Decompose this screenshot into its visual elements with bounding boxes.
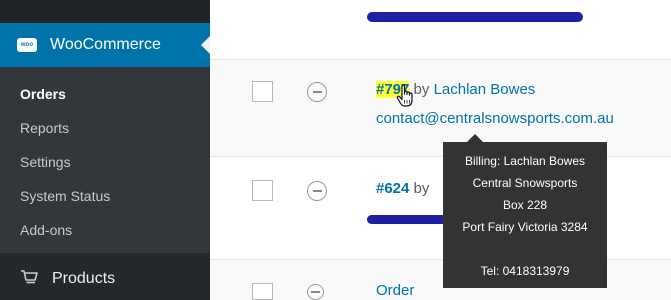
submenu-item-add-ons[interactable]: Add-ons xyxy=(0,213,210,247)
tooltip-billing-name: Billing: Lachlan Bowes xyxy=(464,154,586,168)
hand-cursor-icon xyxy=(396,84,416,113)
submenu-item-orders[interactable]: Orders xyxy=(0,77,210,111)
order-status-icon xyxy=(307,82,327,102)
sidebar-item-label: Products xyxy=(52,270,116,287)
sidebar-menu-item-partial[interactable] xyxy=(0,0,210,23)
woocommerce-logo-icon: woo xyxy=(17,38,37,52)
redacted-email xyxy=(367,12,583,22)
tooltip-address: Box 228 xyxy=(502,198,548,212)
current-menu-arrow-icon xyxy=(201,36,210,54)
customer-name-link[interactable]: Lachlan Bowes xyxy=(434,81,536,98)
order-status-icon xyxy=(307,284,324,300)
order-link[interactable]: Order xyxy=(376,282,414,299)
billing-tooltip: Billing: Lachlan Bowes Central Snowsport… xyxy=(443,134,607,288)
cart-icon xyxy=(20,269,38,290)
tooltip-arrow xyxy=(467,134,483,142)
submenu-item-reports[interactable]: Reports xyxy=(0,111,210,145)
tooltip-company: Central Snowsports xyxy=(472,176,578,190)
order-title: #624 by xyxy=(376,180,429,197)
row-checkbox[interactable] xyxy=(252,283,273,300)
tooltip-city: Port Fairy Victoria 3284 xyxy=(462,220,588,234)
sidebar-item-label: WooCommerce xyxy=(50,36,161,53)
admin-sidebar: woo WooCommerce Orders Reports Settings … xyxy=(0,0,210,300)
order-status-icon xyxy=(307,181,327,201)
row-checkbox[interactable] xyxy=(252,180,273,201)
order-number-link[interactable]: #624 xyxy=(376,180,409,197)
redacted-email xyxy=(367,215,447,224)
sidebar-item-products[interactable]: Products xyxy=(0,258,210,300)
sidebar-item-woocommerce[interactable]: woo WooCommerce xyxy=(0,23,210,67)
submenu-item-system-status[interactable]: System Status xyxy=(0,179,210,213)
woocommerce-submenu: Orders Reports Settings System Status Ad… xyxy=(0,67,210,253)
order-by-text: by xyxy=(413,180,430,197)
table-row xyxy=(210,0,671,60)
row-checkbox[interactable] xyxy=(252,81,273,102)
tooltip-tel: Tel: 0418313979 xyxy=(480,264,570,278)
submenu-item-settings[interactable]: Settings xyxy=(0,145,210,179)
